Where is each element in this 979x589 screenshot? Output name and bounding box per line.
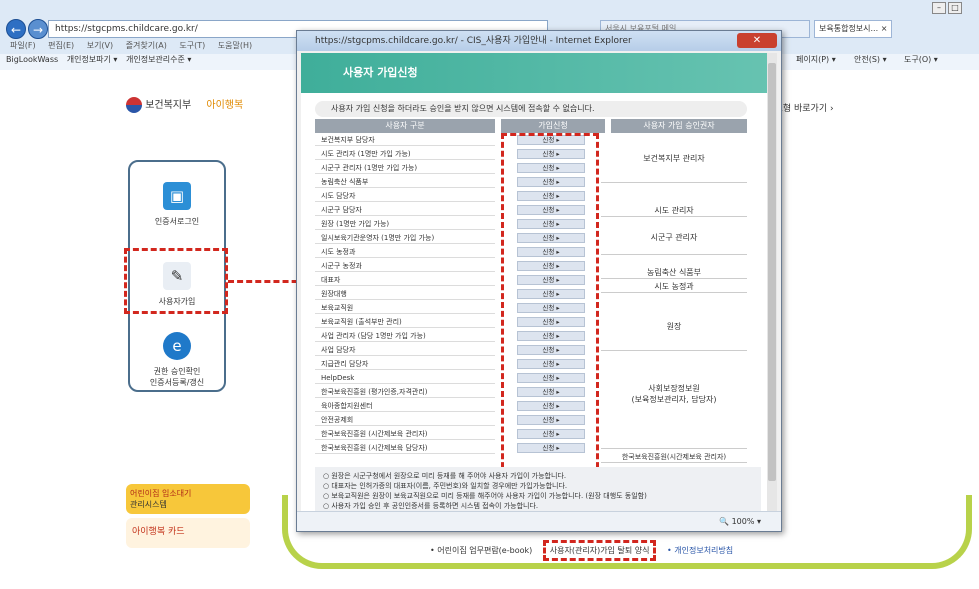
table-row: 시군구 관리자 (1명만 가입 가능) (315, 163, 495, 174)
table-row: 사업 담당자 (315, 345, 495, 356)
table-row: 시도 담당자 (315, 191, 495, 202)
table-row: 보건복지부 담당자 (315, 135, 495, 146)
scrollbar-thumb[interactable] (768, 63, 776, 481)
table-row: 시군구 담당자 (315, 205, 495, 216)
popup-notice: 사용자 가입 신청을 하더라도 승인을 받지 않으면 시스템에 접속할 수 없습… (315, 101, 747, 117)
table-row: 일시보육기관운영자 (1명만 가입 가능) (315, 233, 495, 244)
table-row: 한국보육진흥원 (평가인증,자격관리) (315, 387, 495, 398)
approver-social-security: 사회보장정보원 (보육정보관리자, 담당자) (601, 353, 747, 449)
zoom-level[interactable]: 🔍 100% ▾ (297, 511, 781, 531)
popup-scrollbar[interactable] (767, 53, 777, 511)
table-header: 사용자 구분 가입신청 사용자 가입 승인권자 (315, 119, 747, 133)
cert-register-item[interactable]: e 권한 승인확인 인증서등록/갱신 (130, 332, 224, 388)
table-row: 한국보육진흥원 (시간제보육 담당자) (315, 443, 495, 454)
menu-edit[interactable]: 편집(E) (48, 41, 74, 50)
logo-area: 보건복지부 아이행복 (126, 96, 243, 116)
cert-login-label: 인증서로그인 (154, 217, 200, 226)
table-row: 농림축산 식품부 (315, 177, 495, 188)
col-apply: 가입신청 (501, 119, 605, 133)
signup-popup-window: https://stgcpms.childcare.go.kr/ - CIS_사… (296, 30, 782, 532)
signup-form-link[interactable]: 사용자(관리자)가입 탈퇴 양식 (542, 540, 657, 561)
waitlist-banner-line2: 관리시스템 (130, 500, 167, 509)
table-row: 지급관리 담당자 (315, 359, 495, 370)
ministry-logo-icon (126, 97, 142, 113)
fav-item-privacy-level[interactable]: 개인정보관리수준 ▾ (126, 55, 191, 64)
toolbar-tools[interactable]: 도구(O) ▾ (904, 54, 938, 65)
menu-view[interactable]: 보기(V) (87, 41, 113, 50)
popup-titlebar: https://stgcpms.childcare.go.kr/ - CIS_사… (297, 31, 781, 51)
table-row: 시군구 농정과 (315, 261, 495, 272)
popup-header-title: 사용자 가입신청 (301, 53, 771, 93)
approver-sido-agri: 시도 농정과 (601, 281, 747, 293)
second-logo: 아이행복 (206, 100, 244, 111)
approver-agriculture: 농림축산 식품부 (601, 267, 747, 279)
approver-sido: 시도 관리자 (601, 205, 747, 217)
table-row: 시도 관리자 (1명만 가입 가능) (315, 149, 495, 160)
tab-active[interactable]: 보육통합정보시... × (814, 20, 893, 38)
table-row: 사업 관리자 (담당 1명만 가입 가능) (315, 331, 495, 342)
privacy-policy-link[interactable]: • 개인정보처리방침 (667, 546, 733, 555)
ie-icon: e (163, 332, 191, 360)
ministry-logo-text: 보건복지부 (145, 100, 192, 111)
table-row: 원장 (1명만 가입 가능) (315, 219, 495, 230)
note-line: ○ 사용자 가입 승인 후 공인인증서를 등록하면 시스템 접속이 가능합니다. (323, 502, 539, 510)
table-row: 대표자 (315, 275, 495, 286)
cert-register-label: 권한 승인확인 인증서등록/갱신 (149, 367, 205, 387)
cert-login-item[interactable]: ▣ 인증서로그인 (130, 182, 224, 227)
approver-director: 원장 (601, 303, 747, 351)
highlight-signup-box (124, 248, 228, 314)
floppy-icon: ▣ (163, 182, 191, 210)
table-row: 한국보육진흥원 (시간제보육 관리자) (315, 429, 495, 440)
fav-item-privacy-destroy[interactable]: 개인정보파기 ▾ (67, 55, 118, 64)
approver-ministry: 보건복지부 관리자 (601, 135, 747, 183)
back-icon[interactable]: ← (6, 19, 26, 39)
menu-tools[interactable]: 도구(T) (179, 41, 205, 50)
toolbar-safety[interactable]: 안전(S) ▾ (854, 54, 887, 65)
notes-box: ○ 원장은 시군구청에서 원장으로 미리 등재를 해 주어야 사용자 가입이 가… (315, 467, 761, 511)
maximize-button[interactable]: □ (948, 2, 962, 14)
footer-links: • 어린이집 업무편람(e-book) 사용자(관리자)가입 탈퇴 양식 • 개… (430, 540, 741, 561)
happy-card-banner[interactable]: 아이행복 카드 (126, 518, 250, 548)
highlight-apply-column (501, 133, 599, 477)
waitlist-banner-line1: 어린이집 입소대기 (130, 489, 192, 498)
note-line: ○ 대표자는 인허가증의 대표자(이름, 주민번호)와 일치할 경우에만 가입가… (323, 482, 568, 490)
col-approver: 사용자 가입 승인권자 (611, 119, 747, 133)
menu-file[interactable]: 파일(F) (10, 41, 36, 50)
menu-favorites[interactable]: 즐겨찾기(A) (126, 41, 167, 50)
col-user-type: 사용자 구분 (315, 119, 495, 133)
note-line: ○ 보육교직원은 원장이 보육교직원으로 미리 등재를 해주어야 사용자 가입이… (323, 492, 647, 500)
waitlist-banner[interactable]: 어린이집 입소대기 관리시스템 (126, 484, 250, 514)
close-icon[interactable]: ✕ (737, 33, 777, 48)
table-row: HelpDesk (315, 373, 495, 384)
table-row: 시도 농정과 (315, 247, 495, 258)
menu-help[interactable]: 도움말(H) (218, 41, 252, 50)
minimize-button[interactable]: – (932, 2, 946, 14)
table-row: 원장대행 (315, 289, 495, 300)
toolbar-page[interactable]: 페이지(P) ▾ (796, 54, 836, 65)
fav-item-biglook[interactable]: BigLookWass (6, 55, 58, 64)
forward-icon[interactable]: → (28, 19, 48, 39)
popup-content: 사용자 가입신청 사용자 가입 신청을 하더라도 승인을 받지 않으면 시스템에… (301, 53, 771, 511)
note-line: ○ 원장은 시군구청에서 원장으로 미리 등재를 해 주어야 사용자 가입이 가… (323, 472, 567, 480)
approver-sigungu: 시군구 관리자 (601, 221, 747, 255)
table-row: 안전공제회 (315, 415, 495, 426)
table-row: 보육교직원 (출석부만 관리) (315, 317, 495, 328)
table-row: 보육교직원 (315, 303, 495, 314)
approver-kcpi: 한국보육진흥원(시간제보육 관리자) (601, 451, 747, 463)
ebook-link[interactable]: • 어린이집 업무편람(e-book) (430, 546, 532, 555)
table-row: 육아종합지원센터 (315, 401, 495, 412)
